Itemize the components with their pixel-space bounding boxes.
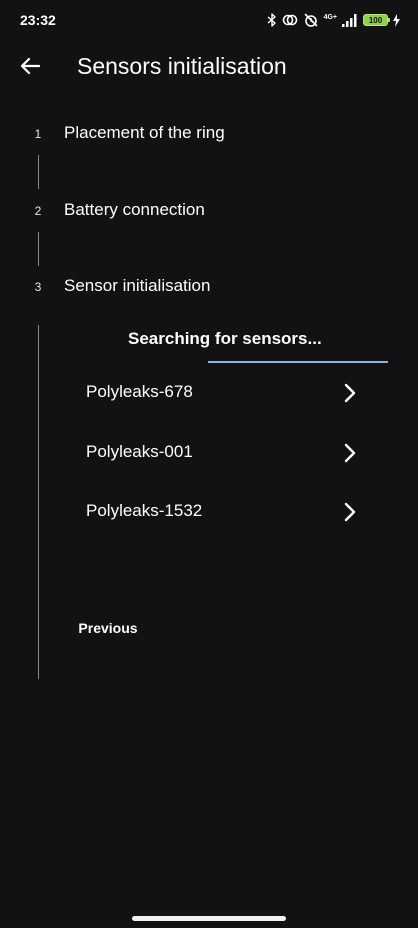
step-connector [38,232,39,266]
step-connector [38,155,39,189]
back-button[interactable] [14,52,46,84]
step-sensor-initialisation[interactable]: 3 Sensor initialisation [0,267,418,307]
hotspot-icon [282,13,298,27]
chevron-right-icon [344,443,356,463]
searching-label: Searching for sensors... [128,329,322,348]
step-title: Placement of the ring [64,123,225,142]
step-number: 1 [34,127,42,141]
status-time: 23:32 [20,12,56,28]
step-battery[interactable]: 2 Battery connection [0,191,418,231]
page-title: Sensors initialisation [77,53,287,79]
status-bar: 23:32 4G+ 100 [0,0,418,40]
sensor-label: Polyleaks-001 [86,442,193,461]
chevron-right-icon [344,383,356,403]
app-bar: Sensors initialisation [0,40,418,96]
bluetooth-icon [267,13,277,27]
battery-level: 100 [368,15,383,25]
step-number: 2 [34,204,42,218]
step-number: 3 [34,280,42,294]
step-title: Battery connection [64,200,205,219]
step-placement[interactable]: 1 Placement of the ring [0,114,418,154]
chevron-right-icon [344,502,356,522]
step-title: Sensor initialisation [64,276,211,295]
arrow-back-icon [20,57,41,80]
status-icons: 4G+ 100 [267,11,400,29]
step-content-line [38,325,39,679]
sensor-list-item[interactable]: Polyleaks-678 [70,368,380,418]
sensor-label: Polyleaks-1532 [86,501,203,520]
previous-button[interactable]: Previous [68,612,148,644]
alarm-off-icon [303,12,319,28]
sensor-list-item[interactable]: Polyleaks-1532 [70,487,380,537]
signal-icon [342,13,358,27]
sensor-list-item[interactable]: Polyleaks-001 [70,428,380,478]
charging-icon [393,13,400,27]
network-label: 4G+ [323,13,337,21]
search-progress-indicator [208,361,388,363]
battery-icon: 100 [363,14,390,26]
sensor-label: Polyleaks-678 [86,382,193,401]
gesture-navigation-bar[interactable] [132,916,286,921]
